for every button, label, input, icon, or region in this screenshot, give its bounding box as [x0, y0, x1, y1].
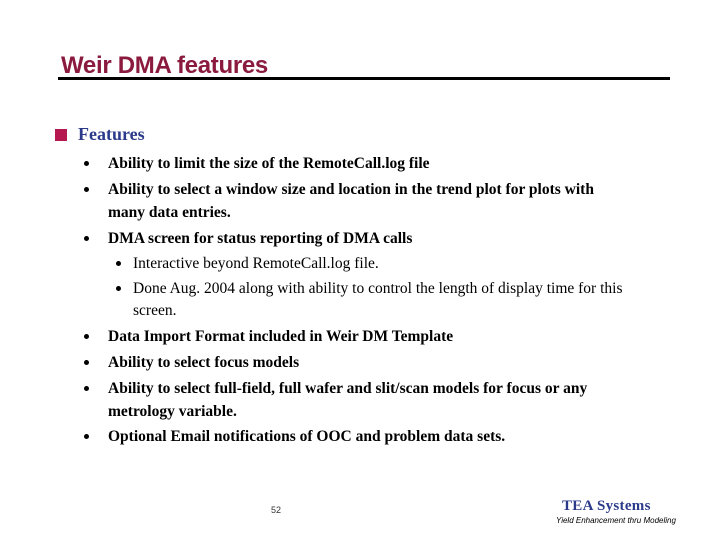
- square-bullet-icon: [55, 129, 67, 141]
- bullet-dot-icon: [84, 334, 89, 339]
- bullet-item: Ability to limit the size of the RemoteC…: [84, 152, 430, 175]
- bullet-text: Ability to select focus models: [108, 354, 300, 371]
- bullet-text: Optional Email notifications of OOC and …: [108, 428, 506, 445]
- bullet-dot-icon: [84, 236, 89, 241]
- bullet-dot-icon: [84, 187, 89, 192]
- bullet-text: Ability to limit the size of the RemoteC…: [108, 155, 430, 172]
- sub-bullet-text: screen.: [133, 302, 177, 319]
- title-underline: [58, 77, 670, 80]
- bullet-text: Ability to select full-field, full wafer…: [108, 380, 588, 397]
- bullet-item: Data Import Format included in Weir DM T…: [84, 325, 454, 348]
- bullet-text: Ability to select a window size and loca…: [108, 181, 594, 198]
- sub-bullet-text: Interactive beyond RemoteCall.log file.: [133, 255, 379, 272]
- bullet-item-continuation: metrology variable.: [108, 400, 237, 423]
- bullet-item: Ability to select full-field, full wafer…: [84, 377, 588, 400]
- bullet-dot-icon: [84, 434, 89, 439]
- brand-tagline: Yield Enhancement thru Modeling: [556, 516, 676, 525]
- bullet-item: Ability to select a window size and loca…: [84, 178, 594, 201]
- brand-logo-text: TEA Systems: [562, 498, 651, 514]
- sub-bullet-item: Done Aug. 2004 along with ability to con…: [116, 277, 623, 300]
- bullet-dot-icon: [84, 360, 89, 365]
- bullet-dot-icon: [116, 286, 121, 291]
- bullet-item-continuation: many data entries.: [108, 201, 231, 224]
- bullet-dot-icon: [116, 261, 121, 266]
- bullet-item: Ability to select focus models: [84, 351, 300, 374]
- page-number: 52: [271, 505, 282, 515]
- bullet-text: many data entries.: [108, 204, 231, 221]
- section-heading: Features: [78, 124, 145, 144]
- slide-title: Weir DMA features: [61, 52, 268, 79]
- bullet-item: Optional Email notifications of OOC and …: [84, 425, 506, 448]
- sub-bullet-item: Interactive beyond RemoteCall.log file.: [116, 252, 379, 275]
- bullet-item: DMA screen for status reporting of DMA c…: [84, 227, 413, 250]
- sub-bullet-item-continuation: screen.: [133, 299, 176, 322]
- bullet-dot-icon: [84, 161, 89, 166]
- bullet-text: DMA screen for status reporting of DMA c…: [108, 230, 413, 247]
- bullet-dot-icon: [84, 386, 89, 391]
- bullet-text: Data Import Format included in Weir DM T…: [108, 328, 454, 345]
- bullet-text: metrology variable.: [108, 403, 237, 420]
- sub-bullet-text: Done Aug. 2004 along with ability to con…: [133, 280, 623, 297]
